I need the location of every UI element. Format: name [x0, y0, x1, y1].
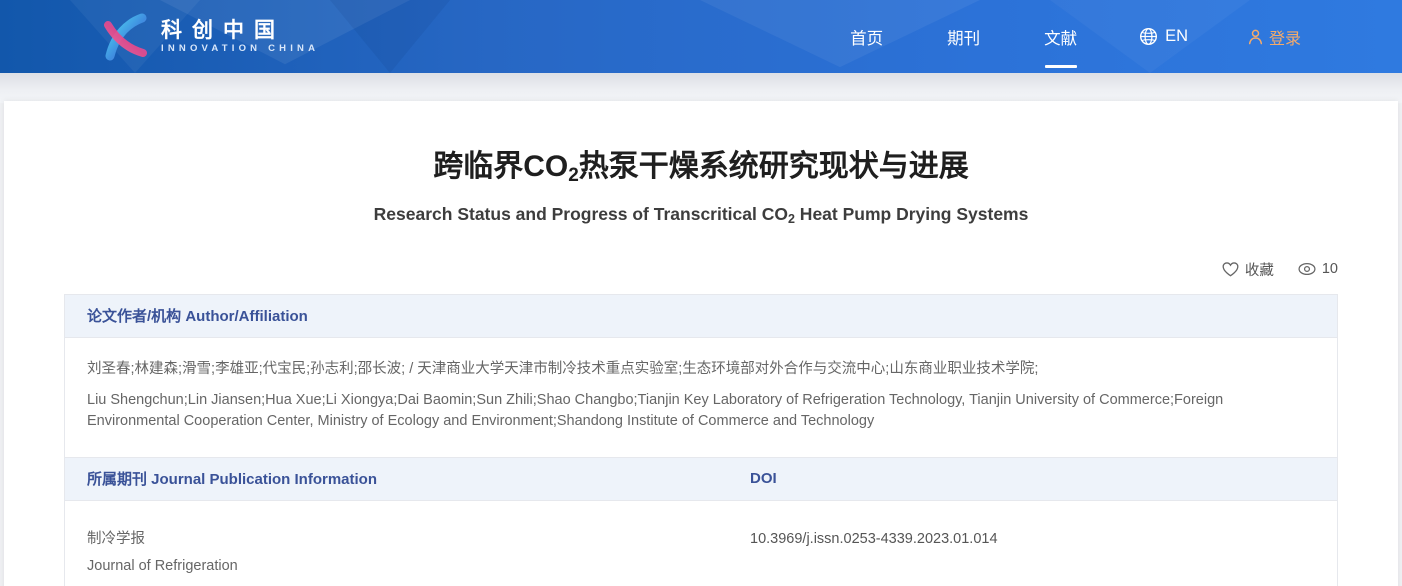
article-actions: 收藏 10 [64, 259, 1338, 280]
author-row: 刘圣春;林建森;滑雪;李雄亚;代宝民;孙志利;邵长波; / 天津商业大学天津市制… [65, 338, 1337, 458]
title-en-text: Research Status and Progress of Transcri… [374, 204, 788, 224]
journal-cell: 制冷学报 Journal of Refrigeration [65, 501, 728, 586]
author-section-heading: 论文作者/机构 Author/Affiliation [87, 305, 308, 326]
author-section-header: 论文作者/机构 Author/Affiliation [65, 295, 1337, 338]
brand-text: 科创中国 INNOVATION CHINA [161, 20, 319, 54]
title-zh-text: 热泵干燥系统研究现状与进展 [579, 150, 969, 183]
title-en-text: Heat Pump Drying Systems [795, 204, 1028, 224]
header-container: 科创中国 INNOVATION CHINA 首页 期刊 文献 EN [101, 0, 1301, 73]
login-button[interactable]: 登录 [1248, 25, 1301, 49]
doi-cell: 10.3969/j.issn.0253-4339.2023.01.014 [728, 501, 1337, 586]
view-count-value: 10 [1322, 261, 1338, 277]
brand-name-zh: 科创中国 [161, 20, 319, 41]
main-nav: 首页 期刊 文献 EN 登录 [848, 19, 1301, 55]
authors-zh: 刘圣春;林建森;滑雪;李雄亚;代宝民;孙志利;邵长波; / 天津商业大学天津市制… [87, 358, 1315, 381]
brand-name-en: INNOVATION CHINA [161, 44, 319, 54]
site-header: 科创中国 INNOVATION CHINA 首页 期刊 文献 EN [0, 0, 1402, 73]
innovation-china-logo-icon [101, 13, 149, 61]
journal-row: 制冷学报 Journal of Refrigeration 10.3969/j.… [65, 501, 1337, 586]
title-zh-subscript: 2 [568, 165, 579, 186]
journal-section-header: 所属期刊 Journal Publication Information DOI [65, 458, 1337, 501]
authors-en: Liu Shengchun;Lin Jiansen;Hua Xue;Li Xio… [87, 390, 1315, 433]
journal-name-en: Journal of Refrigeration [87, 555, 706, 577]
header-shadow-strip [0, 73, 1402, 103]
language-switcher[interactable]: EN [1139, 27, 1188, 46]
favorite-button[interactable]: 收藏 [1222, 259, 1274, 280]
doi-value: 10.3969/j.issn.0253-4339.2023.01.014 [750, 528, 1315, 550]
eye-icon [1298, 262, 1316, 276]
title-zh-text: 跨临界CO [433, 150, 568, 183]
heart-outline-icon [1222, 262, 1239, 277]
brand-logo[interactable]: 科创中国 INNOVATION CHINA [101, 13, 319, 61]
globe-icon [1139, 27, 1158, 46]
journal-section-heading: 所属期刊 Journal Publication Information [65, 458, 728, 500]
article-detail-card: 跨临界CO2热泵干燥系统研究现状与进展 Research Status and … [4, 101, 1398, 586]
article-title-en: Research Status and Progress of Transcri… [64, 203, 1338, 227]
title-en-subscript: 2 [788, 212, 795, 226]
favorite-label: 收藏 [1245, 259, 1274, 280]
doi-section-heading: DOI [728, 458, 1337, 500]
article-title-zh: 跨临界CO2热泵干燥系统研究现状与进展 [64, 147, 1338, 189]
nav-item-journals[interactable]: 期刊 [945, 19, 982, 55]
article-info-table: 论文作者/机构 Author/Affiliation 刘圣春;林建森;滑雪;李雄… [64, 294, 1338, 586]
person-icon [1248, 29, 1263, 45]
view-count: 10 [1298, 261, 1338, 277]
login-label: 登录 [1269, 25, 1301, 49]
nav-item-home[interactable]: 首页 [848, 19, 885, 55]
nav-item-literature[interactable]: 文献 [1042, 19, 1079, 55]
language-label: EN [1165, 27, 1188, 46]
journal-name-zh: 制冷学报 [87, 528, 706, 550]
